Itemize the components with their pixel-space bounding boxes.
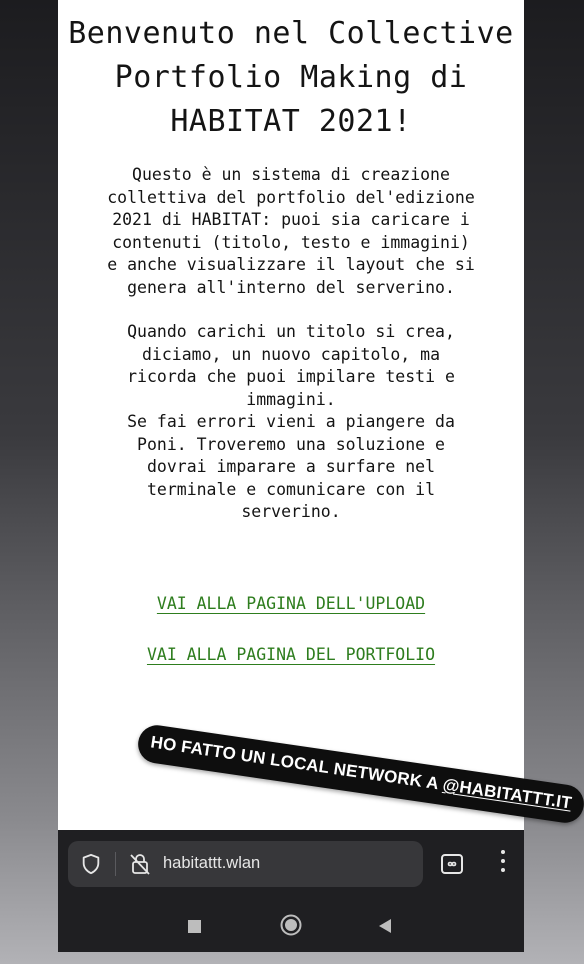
url-text[interactable]: habitattt.wlan — [163, 854, 260, 873]
sticker-mention[interactable]: @HABITATTT.IT — [442, 775, 573, 813]
portfolio-page-link[interactable]: VAI ALLA PAGINA DEL PORTFOLIO — [58, 645, 524, 664]
insecure-lock-icon[interactable] — [128, 852, 152, 876]
back-icon[interactable] — [378, 918, 392, 934]
home-icon[interactable] — [280, 914, 302, 936]
address-bar[interactable]: habitattt.wlan — [68, 841, 423, 887]
upload-page-link[interactable]: VAI ALLA PAGINA DELL'UPLOAD — [58, 594, 524, 613]
browser-toolbar: habitattt.wlan — [58, 830, 524, 900]
intro-paragraph: Questo è un sistema di creazione collett… — [107, 165, 475, 297]
page-title: Benvenuto nel Collective Portfolio Makin… — [58, 12, 524, 144]
overflow-menu-icon[interactable] — [496, 850, 510, 878]
phone-screen: Benvenuto nel Collective Portfolio Makin… — [58, 0, 524, 952]
web-page: Benvenuto nel Collective Portfolio Makin… — [58, 0, 524, 830]
title-line: Benvenuto nel Collective — [68, 16, 514, 51]
title-line: HABITAT 2021! — [170, 104, 412, 139]
recents-icon[interactable] — [188, 920, 201, 933]
system-nav-bar — [58, 900, 524, 952]
title-line: Portfolio Making di — [114, 60, 468, 95]
shield-icon[interactable] — [80, 853, 102, 875]
tabs-switcher-icon[interactable] — [440, 852, 464, 876]
instructions-paragraph: Quando carichi un titolo si crea, diciam… — [127, 322, 455, 521]
address-bar-divider — [115, 852, 116, 876]
